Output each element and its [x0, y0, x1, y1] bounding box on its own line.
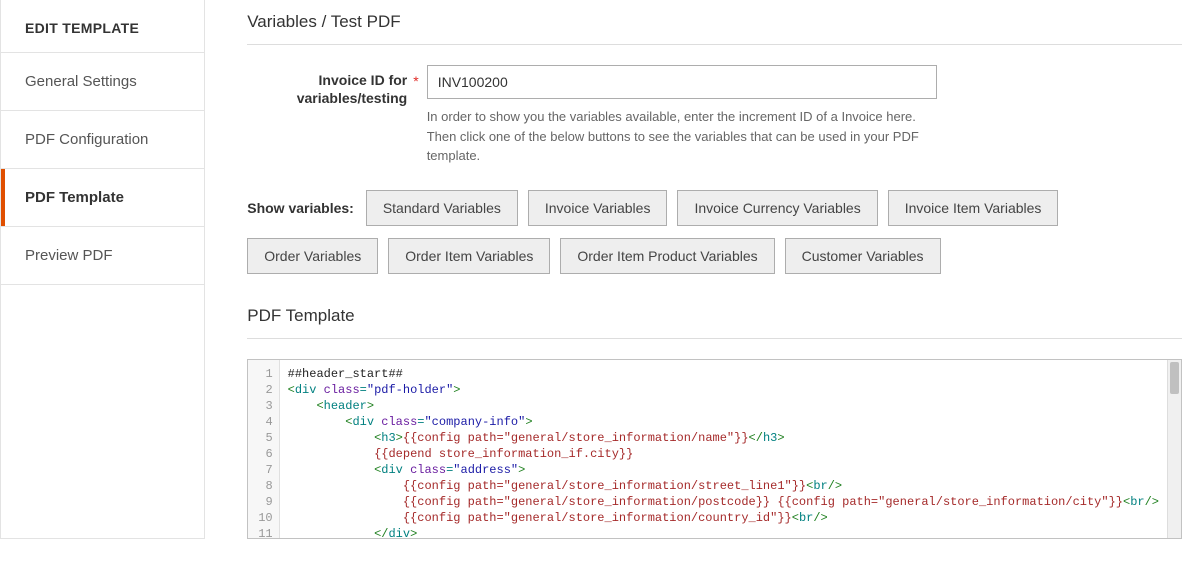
sidebar-item-preview-pdf[interactable]: Preview PDF: [1, 227, 204, 285]
sidebar-nav: General SettingsPDF ConfigurationPDF Tem…: [1, 53, 204, 285]
variables-section-title: Variables / Test PDF: [247, 12, 1182, 45]
code-body[interactable]: ##header_start##<div class="pdf-holder">…: [280, 360, 1167, 538]
invoice-id-field-row: Invoice ID for variables/testing * In or…: [247, 65, 1182, 166]
scrollbar-thumb[interactable]: [1170, 362, 1179, 394]
invoice-variables-button[interactable]: Invoice Variables: [528, 190, 668, 226]
main-content: Variables / Test PDF Invoice ID for vari…: [205, 0, 1200, 539]
standard-variables-button[interactable]: Standard Variables: [366, 190, 518, 226]
invoice-id-hint: In order to show you the variables avail…: [427, 107, 947, 166]
invoice-id-input[interactable]: [427, 65, 937, 99]
template-section-title: PDF Template: [247, 306, 1182, 339]
variables-buttons-row-2: Order Variables Order Item Variables Order…: [247, 238, 1182, 274]
invoice-id-label: Invoice ID for variables/testing: [247, 65, 407, 107]
sidebar-item-pdf-configuration[interactable]: PDF Configuration: [1, 111, 204, 169]
variables-buttons-row-1: Show variables: Standard Variables Invoic…: [247, 190, 1182, 226]
order-item-variables-button[interactable]: Order Item Variables: [388, 238, 550, 274]
invoice-item-variables-button[interactable]: Invoice Item Variables: [888, 190, 1059, 226]
invoice-currency-variables-button[interactable]: Invoice Currency Variables: [677, 190, 877, 226]
show-variables-label: Show variables:: [247, 200, 354, 216]
sidebar: EDIT TEMPLATE General SettingsPDF Config…: [0, 0, 205, 539]
sidebar-item-pdf-template[interactable]: PDF Template: [1, 169, 204, 227]
order-variables-button[interactable]: Order Variables: [247, 238, 378, 274]
required-indicator: *: [413, 65, 418, 89]
sidebar-item-general-settings[interactable]: General Settings: [1, 53, 204, 111]
code-gutter: 1234567891011: [248, 360, 279, 538]
code-editor[interactable]: 1234567891011 ##header_start##<div class…: [247, 359, 1182, 539]
sidebar-header: EDIT TEMPLATE: [1, 0, 204, 53]
scrollbar-track[interactable]: [1167, 360, 1181, 538]
order-item-product-variables-button[interactable]: Order Item Product Variables: [560, 238, 774, 274]
customer-variables-button[interactable]: Customer Variables: [785, 238, 941, 274]
